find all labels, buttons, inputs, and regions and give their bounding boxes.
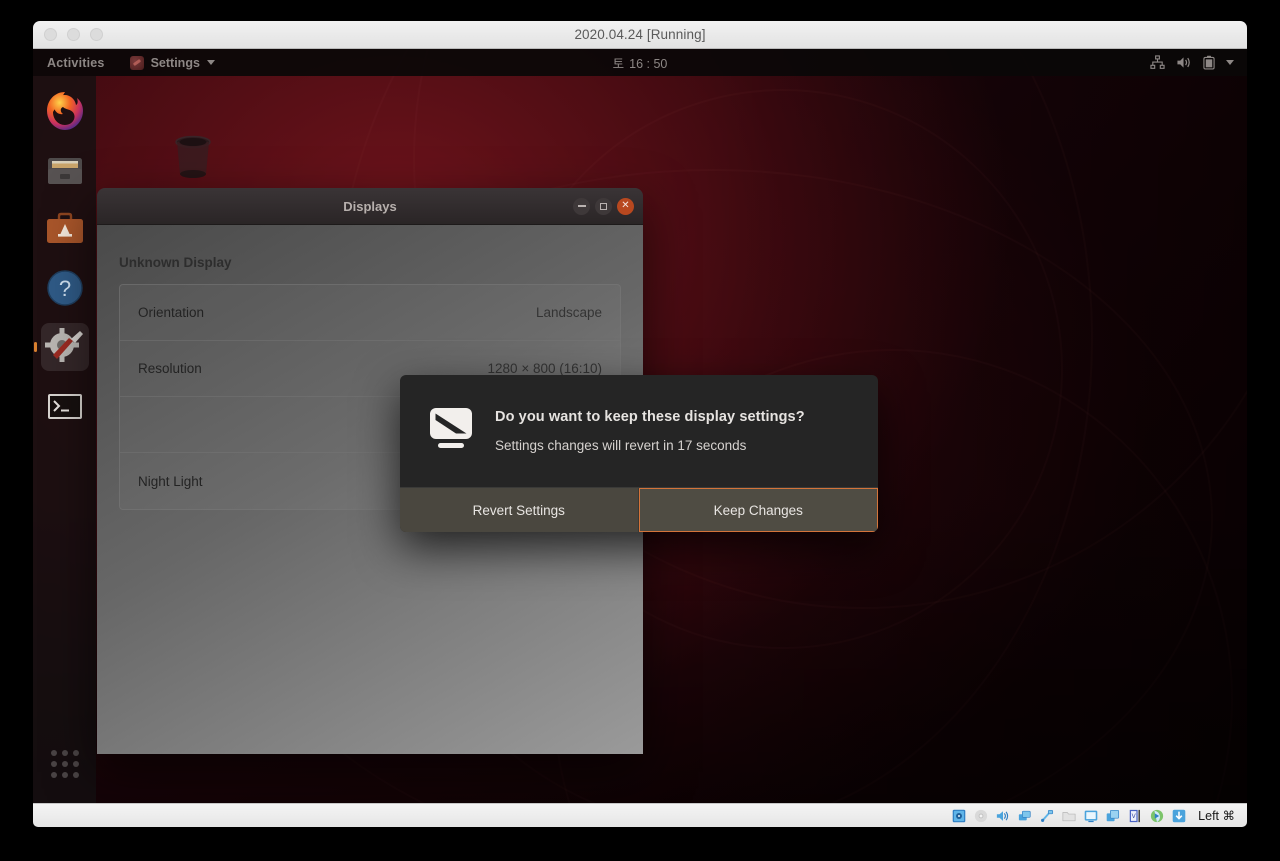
row-value: 1280 × 800 (16:10) — [487, 361, 602, 376]
help-icon: ? — [46, 270, 83, 306]
revert-settings-button[interactable]: Revert Settings — [400, 488, 639, 532]
ubuntu-dock: ? — [33, 76, 96, 803]
row-label: Orientation — [138, 305, 205, 320]
dock-item-terminal[interactable] — [41, 382, 89, 430]
shared-folder-icon[interactable] — [1062, 809, 1076, 823]
dialog-primary-text: Do you want to keep these display settin… — [495, 409, 805, 425]
virtualbox-titlebar[interactable]: 2020.04.24 [Running] — [33, 21, 1247, 49]
firefox-icon — [46, 92, 83, 130]
usb-icon[interactable] — [1040, 809, 1054, 823]
system-tray[interactable] — [1150, 55, 1234, 70]
dialog-text: Do you want to keep these display settin… — [495, 409, 805, 453]
row-value: Landscape — [535, 305, 602, 320]
grid-dot — [72, 772, 79, 778]
network-wired-icon — [1150, 55, 1165, 69]
files-icon — [47, 158, 82, 184]
row-label: Resolution — [138, 361, 202, 376]
virtualbox-status-bar: V Left ⌘ — [33, 803, 1247, 827]
window-traffic-lights[interactable] — [44, 28, 103, 41]
grid-dot — [72, 750, 79, 756]
show-applications-button[interactable] — [48, 747, 82, 781]
clock-day-of-week: 토 — [612, 57, 625, 71]
display-icon[interactable] — [1084, 809, 1098, 823]
keep-changes-button[interactable]: Keep Changes — [638, 488, 878, 532]
hard-disk-icon[interactable] — [952, 809, 966, 823]
software-icon — [46, 212, 83, 243]
minimize-button[interactable] — [67, 28, 80, 41]
dialog-content: Do you want to keep these display settin… — [400, 375, 878, 487]
chevron-down-icon[interactable] — [1226, 60, 1234, 65]
dock-item-software[interactable] — [41, 205, 89, 253]
virtualbox-window: 2020.04.24 [Running] Trash Displays — [33, 21, 1247, 827]
displays-titlebar[interactable]: Displays ✕ — [97, 188, 643, 225]
gnome-top-bar: Activities Settings 토 16 : 50 — [33, 49, 1247, 76]
displays-window-title: Displays — [343, 198, 397, 214]
mouse-integration-icon[interactable] — [1150, 809, 1164, 823]
status-icon-group[interactable]: V — [952, 809, 1186, 823]
keyboard-icon[interactable] — [1172, 809, 1186, 823]
svg-text:?: ? — [58, 276, 70, 301]
host-key-indicator: Left ⌘ — [1198, 809, 1235, 823]
clock-button[interactable]: 토 16 : 50 — [33, 53, 1247, 72]
dock-item-settings[interactable] — [40, 323, 89, 371]
dock-item-help[interactable]: ? — [41, 264, 89, 312]
network-icon[interactable] — [1018, 809, 1032, 823]
recording-icon[interactable]: V — [1128, 809, 1142, 823]
audio-icon[interactable] — [996, 809, 1010, 823]
clock-time: 16 : 50 — [629, 57, 668, 71]
grid-dot — [61, 761, 68, 767]
dialog-secondary-text: Settings changes will revert in 17 secon… — [495, 438, 747, 453]
guest-screen: Trash Displays ✕ Unknown Display Orienta… — [33, 49, 1247, 803]
grid-dot — [72, 761, 79, 767]
keep-display-settings-dialog: Do you want to keep these display settin… — [400, 375, 878, 532]
grid-dot — [50, 761, 57, 767]
close-button[interactable] — [44, 28, 57, 41]
grid-dot — [50, 750, 57, 756]
grid-dot — [61, 772, 68, 778]
display-heading: Unknown Display — [119, 255, 232, 270]
dialog-buttons: Revert Settings Keep Changes — [400, 487, 878, 532]
dock-item-files[interactable] — [41, 146, 89, 194]
display-monitor-icon — [428, 407, 474, 456]
vm-title: 2020.04.24 [Running] — [574, 27, 706, 42]
row-label: Night Light — [138, 473, 203, 489]
settings-row-orientation[interactable]: Orientation Landscape — [120, 285, 620, 341]
terminal-icon — [47, 394, 82, 419]
settings-icon — [44, 328, 83, 362]
shared-clipboard-icon[interactable] — [1106, 809, 1120, 823]
trash-icon — [175, 135, 211, 178]
optical-disk-icon[interactable] — [974, 809, 988, 823]
battery-icon — [1203, 55, 1215, 70]
minimize-icon[interactable] — [573, 197, 590, 215]
displays-window-controls[interactable]: ✕ — [573, 197, 634, 215]
volume-icon — [1177, 57, 1190, 68]
maximize-icon[interactable] — [595, 197, 612, 215]
grid-dot — [61, 750, 68, 756]
grid-dot — [50, 772, 57, 778]
zoom-button[interactable] — [90, 28, 103, 41]
dock-item-firefox[interactable] — [41, 87, 89, 135]
close-icon[interactable]: ✕ — [617, 197, 634, 215]
